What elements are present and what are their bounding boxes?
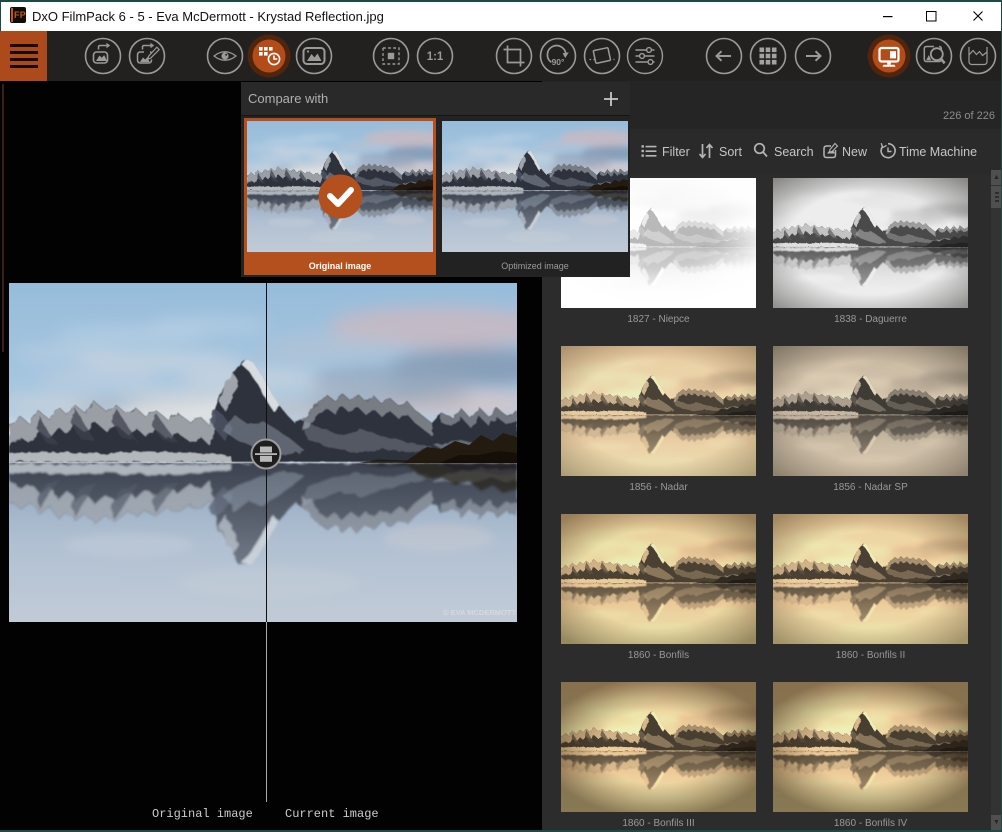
svg-text:© EVA MCDERMOTT: © EVA MCDERMOTT (443, 608, 516, 617)
svg-text:1:1: 1:1 (427, 51, 444, 63)
svg-text:90°: 90° (552, 57, 565, 67)
